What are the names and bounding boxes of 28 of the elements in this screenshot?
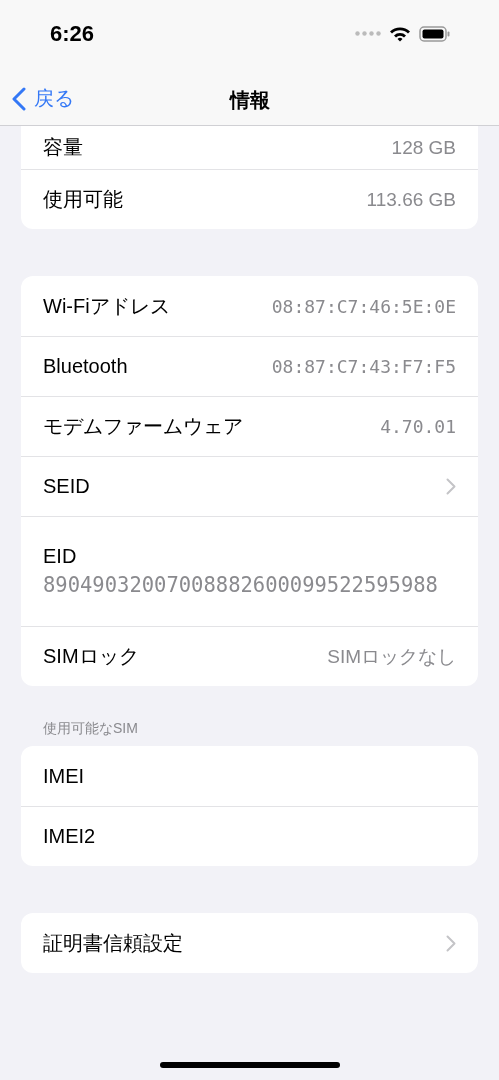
chevron-right-icon	[446, 478, 456, 495]
wifi-icon	[389, 25, 411, 42]
row-label: SEID	[43, 475, 90, 498]
row-label: IMEI2	[43, 825, 96, 848]
row-label: Wi-Fiアドレス	[43, 293, 170, 319]
page-title: 情報	[229, 87, 270, 113]
row-label: IMEI	[43, 764, 85, 788]
signal-dots-icon	[355, 31, 381, 36]
row-value: 89049032007008882600099522595988	[43, 571, 438, 599]
battery-icon	[419, 25, 451, 42]
row-label: 証明書信頼設定	[43, 930, 183, 956]
row-value: SIMロックなし	[327, 644, 456, 669]
row-label: 使用可能	[43, 187, 123, 212]
row-label: EID	[43, 544, 77, 568]
chevron-right-icon	[446, 934, 456, 952]
back-chevron-icon	[12, 86, 26, 111]
row-label: 容量	[43, 135, 83, 160]
row-label: Bluetooth	[43, 355, 128, 378]
row-label: SIMロック	[43, 644, 139, 669]
row-value: 08:87:C7:46:5E:0E	[271, 295, 456, 317]
row-value: 113.66 GB	[366, 188, 456, 211]
section-header: 使用可能なSIM	[42, 719, 139, 738]
row-value: 4.70.01	[380, 416, 456, 437]
row-value: 08:87:C7:43:F7:F5	[271, 356, 456, 377]
status-time: 6:26	[50, 20, 95, 47]
row-value: 128 GB	[391, 136, 456, 159]
row-label: モデムファームウェア	[43, 414, 243, 439]
back-button[interactable]: 戻る	[10, 83, 76, 114]
